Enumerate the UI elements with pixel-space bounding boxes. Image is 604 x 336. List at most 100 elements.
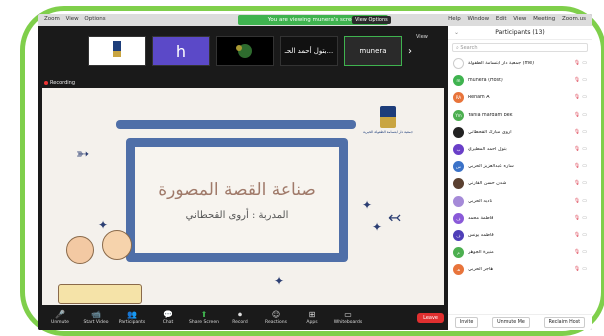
view-options-button[interactable]: View Options (352, 16, 391, 24)
thumbnail-logo[interactable] (88, 36, 146, 66)
menu-item-view[interactable]: View (66, 16, 79, 22)
arrow-decoration-icon: ↢ (388, 208, 402, 227)
menu-item-edit[interactable]: Edit (496, 16, 507, 22)
menu-item-options[interactable]: Options (84, 16, 105, 22)
share-screen-button[interactable]: ⬆ Share Screen (186, 310, 222, 325)
menu-item-meeting[interactable]: Meeting (533, 16, 555, 22)
unmute-label: Unmute (51, 320, 69, 325)
child-face-icon (102, 230, 132, 260)
thumbnail-h[interactable]: h (152, 36, 210, 66)
thumbnail-active-speaker[interactable]: munera (344, 36, 402, 66)
reactions-button[interactable]: ☺ Reactions (258, 310, 294, 325)
avatar: ب (453, 144, 464, 156)
avatar: س (453, 161, 464, 173)
thumbnail-image[interactable] (216, 36, 274, 66)
unmute-me-button[interactable]: Unmute Me (492, 317, 530, 328)
participant-row[interactable]: m munera (Host) 🎙 ▭ (448, 72, 592, 89)
avatar (453, 195, 464, 207)
view-button[interactable]: View (416, 34, 428, 40)
video-off-icon: ▭ (582, 111, 587, 118)
participant-row[interactable]: ف فاطمه يونس 🎙 ▭ (448, 227, 592, 244)
leave-button[interactable]: Leave (417, 312, 444, 323)
reactions-label: Reactions (265, 320, 287, 325)
arrow-decoration-icon: ➳ (76, 144, 90, 163)
participant-status: 🎙 ▭ (574, 180, 587, 186)
participant-row[interactable]: أروى مبارك القحطاني 🎙 ▭ (448, 124, 592, 141)
participant-status: 🎙 ▭ (574, 266, 587, 272)
muted-mic-icon: 🎙 (573, 249, 581, 256)
video-off-icon: ▭ (582, 214, 587, 221)
start-video-button[interactable]: 📹 Start Video (78, 310, 114, 325)
whiteboards-button[interactable]: ▭ Whiteboards (330, 310, 366, 325)
apps-button[interactable]: ⊞ Apps (294, 310, 330, 325)
muted-mic-icon: 🎙 (573, 163, 581, 170)
avatar: م (453, 247, 464, 259)
presentation-board: صناعة القصة المصورة المدربة : أروى القحط… (126, 138, 348, 262)
reaction-smiley-icon: ☺ (271, 310, 281, 319)
participant-name: ساره عبدالعزيز الحربي (468, 164, 514, 170)
participants-icon: 👥 (127, 310, 137, 319)
video-off-icon: ▭ (582, 145, 587, 152)
whiteboards-label: Whiteboards (333, 320, 363, 325)
menu-item-view-2[interactable]: View (513, 16, 526, 22)
muted-mic-icon: 🎙 (573, 214, 581, 221)
record-button[interactable]: ⏺ Record (222, 310, 258, 325)
participant-status: 🎙 ▭ (574, 163, 587, 169)
participant-row[interactable]: ناديه الحربي 🎙 ▭ (448, 193, 592, 210)
muted-mic-icon: 🎙 (573, 94, 581, 101)
muted-mic-icon: 🎙 (573, 197, 581, 204)
muted-mic-icon: 🎙 (573, 231, 581, 238)
open-book-icon (58, 284, 142, 304)
chat-button[interactable]: 💬 Chat (150, 310, 186, 325)
share-screen-icon: ⬆ (200, 310, 208, 319)
chevron-right-icon[interactable]: › (408, 36, 418, 66)
recording-label: Recording (50, 80, 76, 86)
participants-search-input[interactable]: ⌕ Search (452, 43, 588, 52)
unmute-button[interactable]: 🎤 Unmute (42, 310, 78, 325)
microphone-icon: 🎤 (55, 310, 65, 319)
avatar: هـ (453, 264, 464, 276)
reclaim-host-button[interactable]: Reclaim Host (543, 317, 586, 328)
participant-row[interactable]: ف فاطمة محمد 🎙 ▭ (448, 210, 592, 227)
apps-icon: ⊞ (308, 310, 316, 319)
slide-logo-text: جمعية دار ابتسامة الطفولة الخيرية (363, 130, 413, 134)
participant-status: 🎙 ▭ (574, 232, 587, 238)
participant-name: munera (Host) (468, 78, 503, 84)
video-panel: h بتول أحمد الحـ... munera › View Record… (38, 26, 448, 317)
board-rail (116, 120, 356, 129)
video-off-icon: ▭ (582, 60, 587, 66)
participant-status: 🎙 ▭ (574, 249, 587, 255)
participant-row[interactable]: جمعية دار ابتسامة الطفولة (me) 🎙 ▭ (448, 55, 592, 72)
muted-mic-icon: 🎙 (573, 128, 581, 135)
participant-row[interactable]: ب بتول أحمد المطيري 🎙 ▭ (448, 141, 592, 158)
participant-row[interactable]: Ym Yahia mardam bek 🎙 ▭ (448, 107, 592, 124)
participant-name: هاجر الحربي (468, 267, 493, 273)
menu-item-help[interactable]: Help (448, 16, 461, 22)
participants-button[interactable]: 👥 Participants (114, 310, 150, 325)
menu-item-window[interactable]: Window (467, 16, 489, 22)
participant-name: أروى مبارك القحطاني (468, 129, 512, 135)
participant-name: Yahia mardam bek (468, 112, 513, 118)
participant-row[interactable]: م منيرة الجوهر 🎙 ▭ (448, 244, 592, 261)
menu-item-zoom-us[interactable]: Zoom.us (562, 16, 586, 22)
org-logo-icon (113, 41, 121, 57)
whiteboard-icon: ▭ (344, 310, 352, 319)
avatar: Ym (453, 109, 464, 121)
participant-status: 🎙 ▭ (574, 77, 587, 83)
participants-panel: ⌄ Participants (13) ⌕ Search جمعية دار ا… (448, 26, 592, 330)
slide-subtitle: المدربة : أروى القحطاني (185, 209, 289, 221)
participant-row[interactable]: هـ هاجر الحربي 🎙 ▭ (448, 261, 592, 278)
video-off-icon: ▭ (582, 197, 587, 204)
sparkle-icon: ✦ (274, 274, 285, 288)
participant-row[interactable]: شدن حسن القارني 🎙 ▭ (448, 175, 592, 192)
video-off-icon: ▭ (582, 94, 587, 101)
search-placeholder: Search (460, 45, 478, 51)
participant-row[interactable]: RA Reham A 🎙 ▭ (448, 89, 592, 106)
menu-item-zoom[interactable]: Zoom (44, 16, 60, 22)
participant-row[interactable]: س ساره عبدالعزيز الحربي 🎙 ▭ (448, 158, 592, 175)
participants-title: Participants (13) (495, 29, 545, 36)
chevron-down-icon[interactable]: ⌄ (454, 26, 459, 40)
chat-icon: 💬 (163, 310, 173, 319)
invite-button[interactable]: Invite (454, 317, 479, 328)
thumbnail-name[interactable]: بتول أحمد الحـ... (280, 36, 338, 66)
